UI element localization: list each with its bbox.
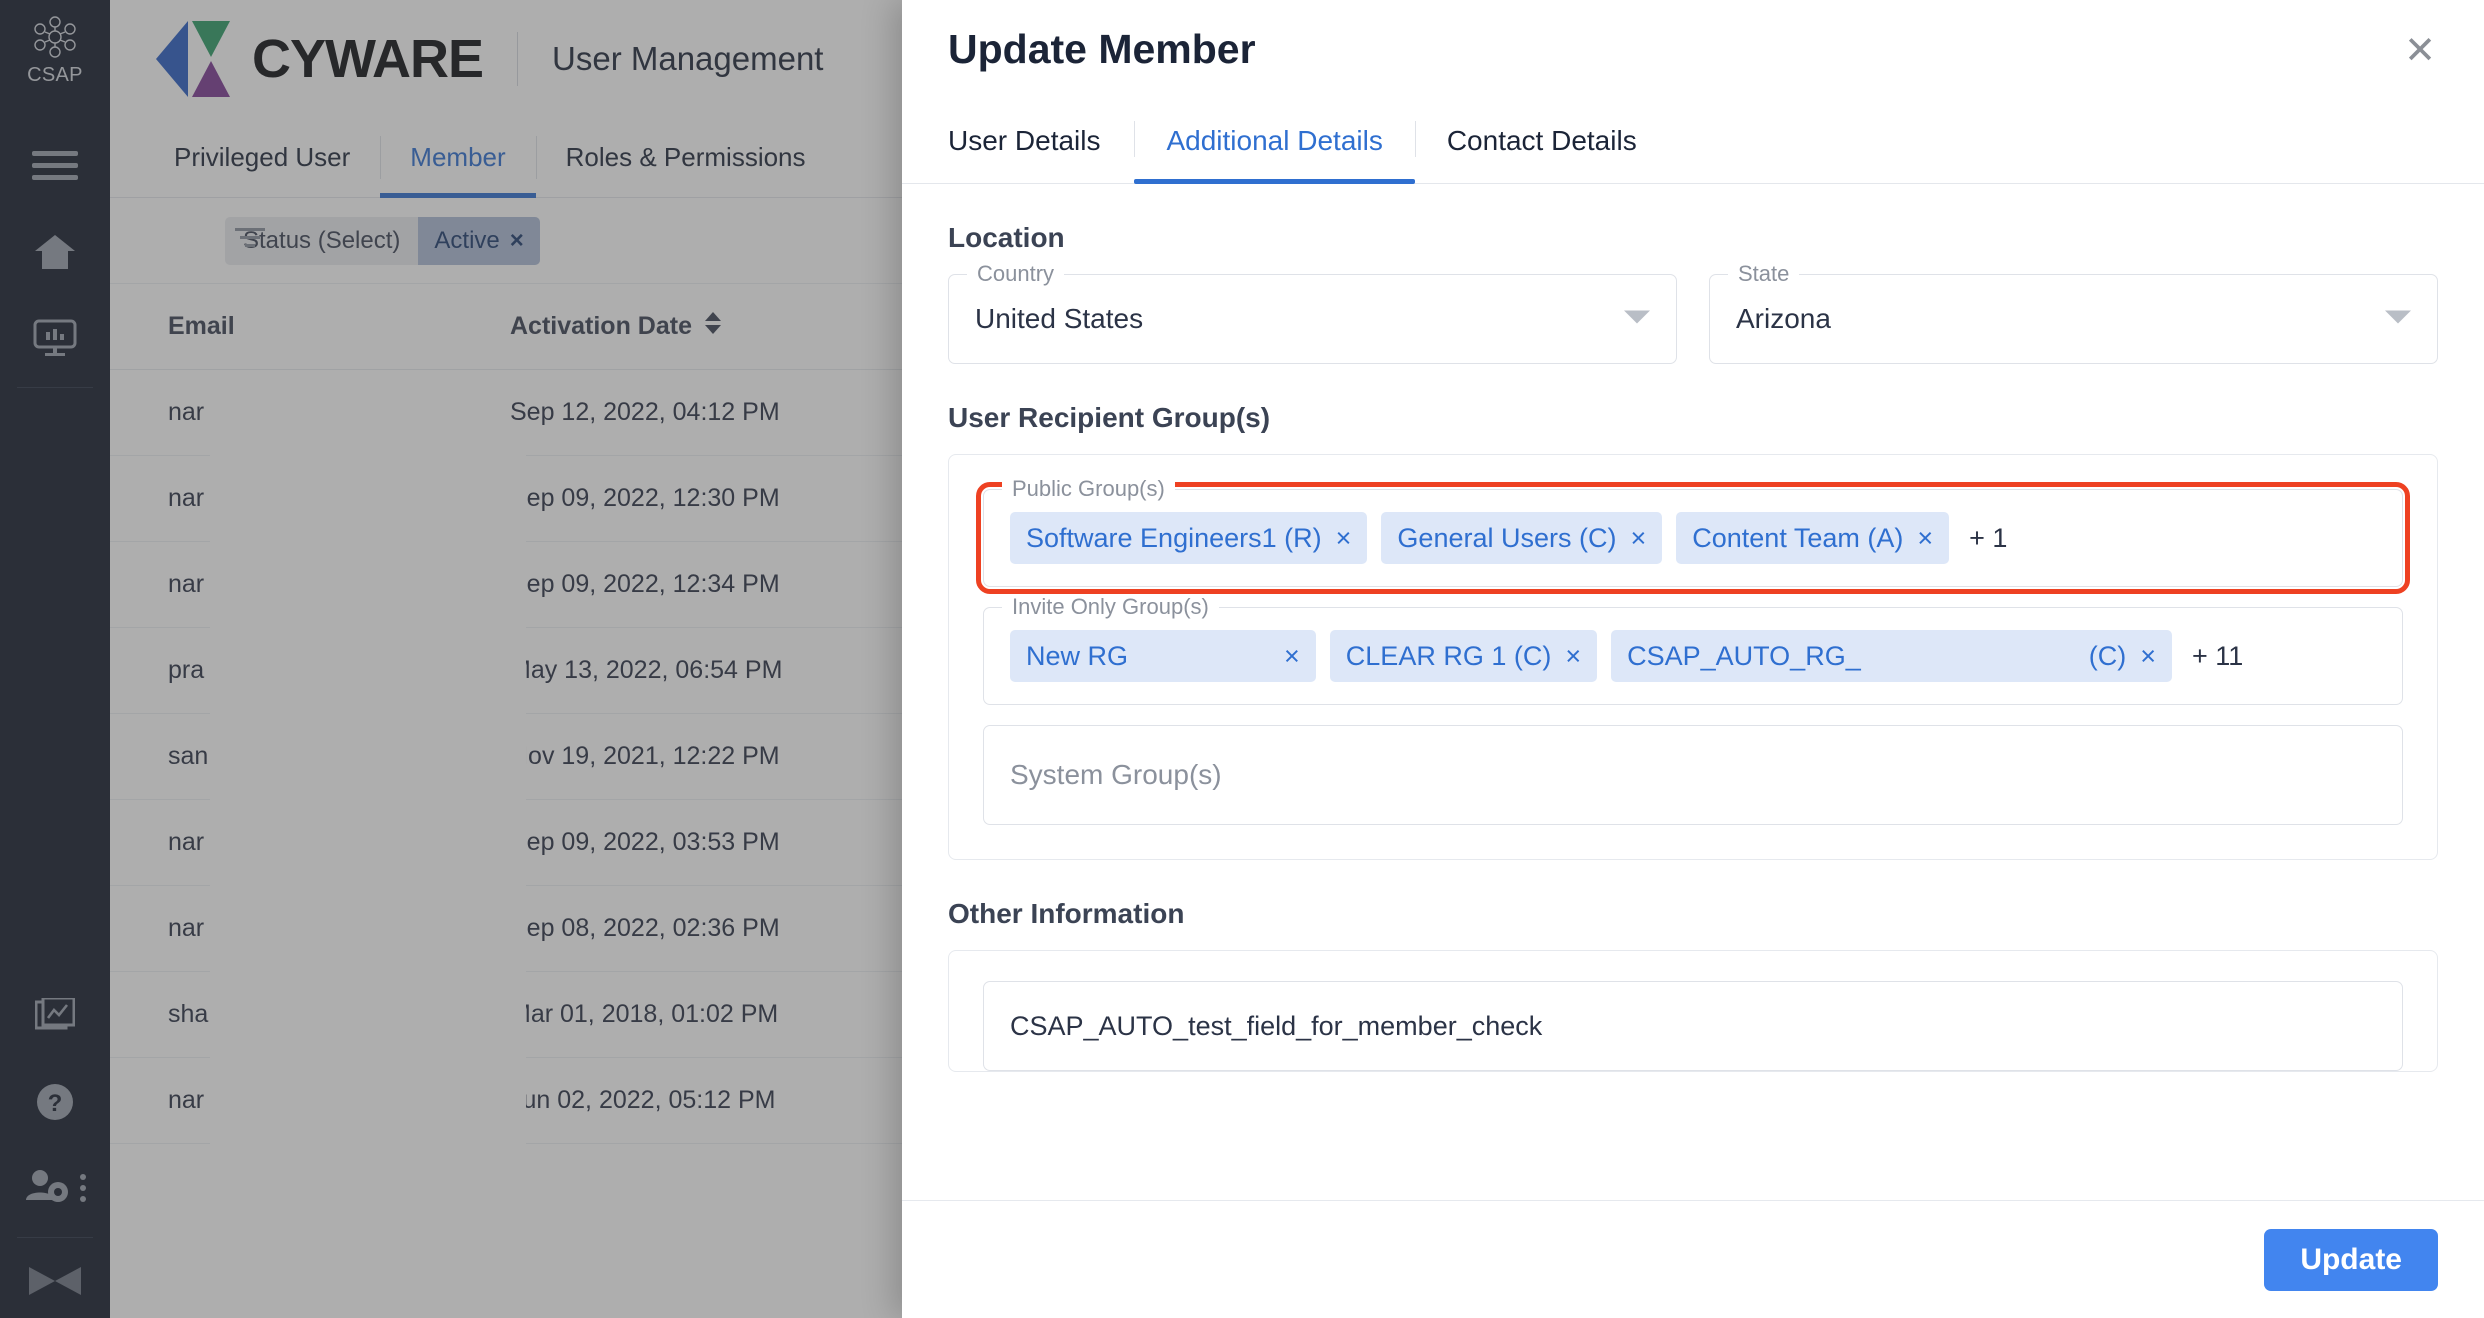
close-icon[interactable]: ✕ [2392,22,2448,78]
chip-remove-icon[interactable]: × [1630,523,1646,554]
chevron-down-icon[interactable] [2385,309,2411,330]
state-value: Arizona [1736,303,1831,334]
modal-title: Update Member [948,26,1256,72]
other-information-section-title: Other Information [948,898,1185,929]
modal-tabs: User Details Additional Details Contact … [902,115,2484,184]
tab-user-details[interactable]: User Details [948,115,1134,183]
invite-only-groups-field[interactable]: Invite Only Group(s) New RG × CLEAR RG 1… [983,594,2403,705]
system-groups-placeholder: System Group(s) [1010,759,1222,790]
state-select[interactable]: State Arizona [1709,261,2438,364]
location-fields: Country United States State Arizona [948,261,2438,364]
country-select[interactable]: Country United States [948,261,1677,364]
chip-invite-only-group[interactable]: CLEAR RG 1 (C) × [1329,630,1598,682]
chip-remove-icon[interactable]: × [2140,641,2156,672]
recipient-groups-section-title: User Recipient Group(s) [948,402,1271,433]
chip-label-prefix: CSAP_AUTO_RG_ [1627,640,1861,671]
modal-body: Location Country United States State Ari… [902,184,2484,1200]
update-member-modal: Update Member ✕ User Details Additional … [902,0,2484,1318]
chip-public-group[interactable]: Content Team (A) × [1676,512,1950,564]
other-information-panel: CSAP_AUTO_test_field_for_member_check [948,950,2438,1072]
country-label: Country [967,261,1065,287]
state-label: State [1728,261,1800,287]
chip-invite-only-group[interactable]: CSAP_AUTO_RG_ (C) × [1611,630,2172,682]
chip-remove-icon[interactable]: × [1336,523,1352,554]
update-button[interactable]: Update [2264,1228,2438,1291]
chip-label: New RG [1026,640,1129,671]
chip-remove-icon[interactable]: × [1565,641,1581,672]
chip-label: Content Team (A) [1692,522,1904,553]
tab-contact-details[interactable]: Contact Details [1414,115,1669,183]
public-groups-label: Public Group(s) [1002,476,1175,502]
invite-only-groups-more-count[interactable]: + 11 [2192,641,2243,672]
recipient-groups-panel: Public Group(s) Software Engineers1 (R) … [948,454,2438,860]
location-section-title: Location [948,222,1065,253]
chip-public-group[interactable]: Software Engineers1 (R) × [1010,512,1368,564]
modal-header: Update Member ✕ [902,0,2484,73]
tab-additional-details[interactable]: Additional Details [1134,115,1416,184]
chip-label: CLEAR RG 1 (C) [1345,640,1552,671]
chip-label: Software Engineers1 (R) [1026,522,1322,553]
system-groups-field[interactable]: System Group(s) [983,725,2403,825]
chip-label: General Users (C) [1397,522,1617,553]
screen: CSAP ? CYWARE User Management Privileged… [0,0,2484,1318]
modal-footer: Update [902,1200,2484,1318]
public-groups-more-count[interactable]: + 1 [1969,523,2007,554]
chip-remove-icon[interactable]: × [1917,523,1933,554]
other-information-field[interactable]: CSAP_AUTO_test_field_for_member_check [983,981,2403,1071]
public-groups-field[interactable]: Public Group(s) Software Engineers1 (R) … [976,476,2410,594]
chip-label-suffix: (C) [2088,640,2127,671]
invite-only-groups-label: Invite Only Group(s) [1002,594,1219,620]
chip-public-group[interactable]: General Users (C) × [1381,512,1663,564]
chip-invite-only-group[interactable]: New RG × [1010,630,1316,682]
chevron-down-icon[interactable] [1624,309,1650,330]
country-value: United States [975,303,1144,334]
chip-remove-icon[interactable]: × [1284,641,1300,672]
